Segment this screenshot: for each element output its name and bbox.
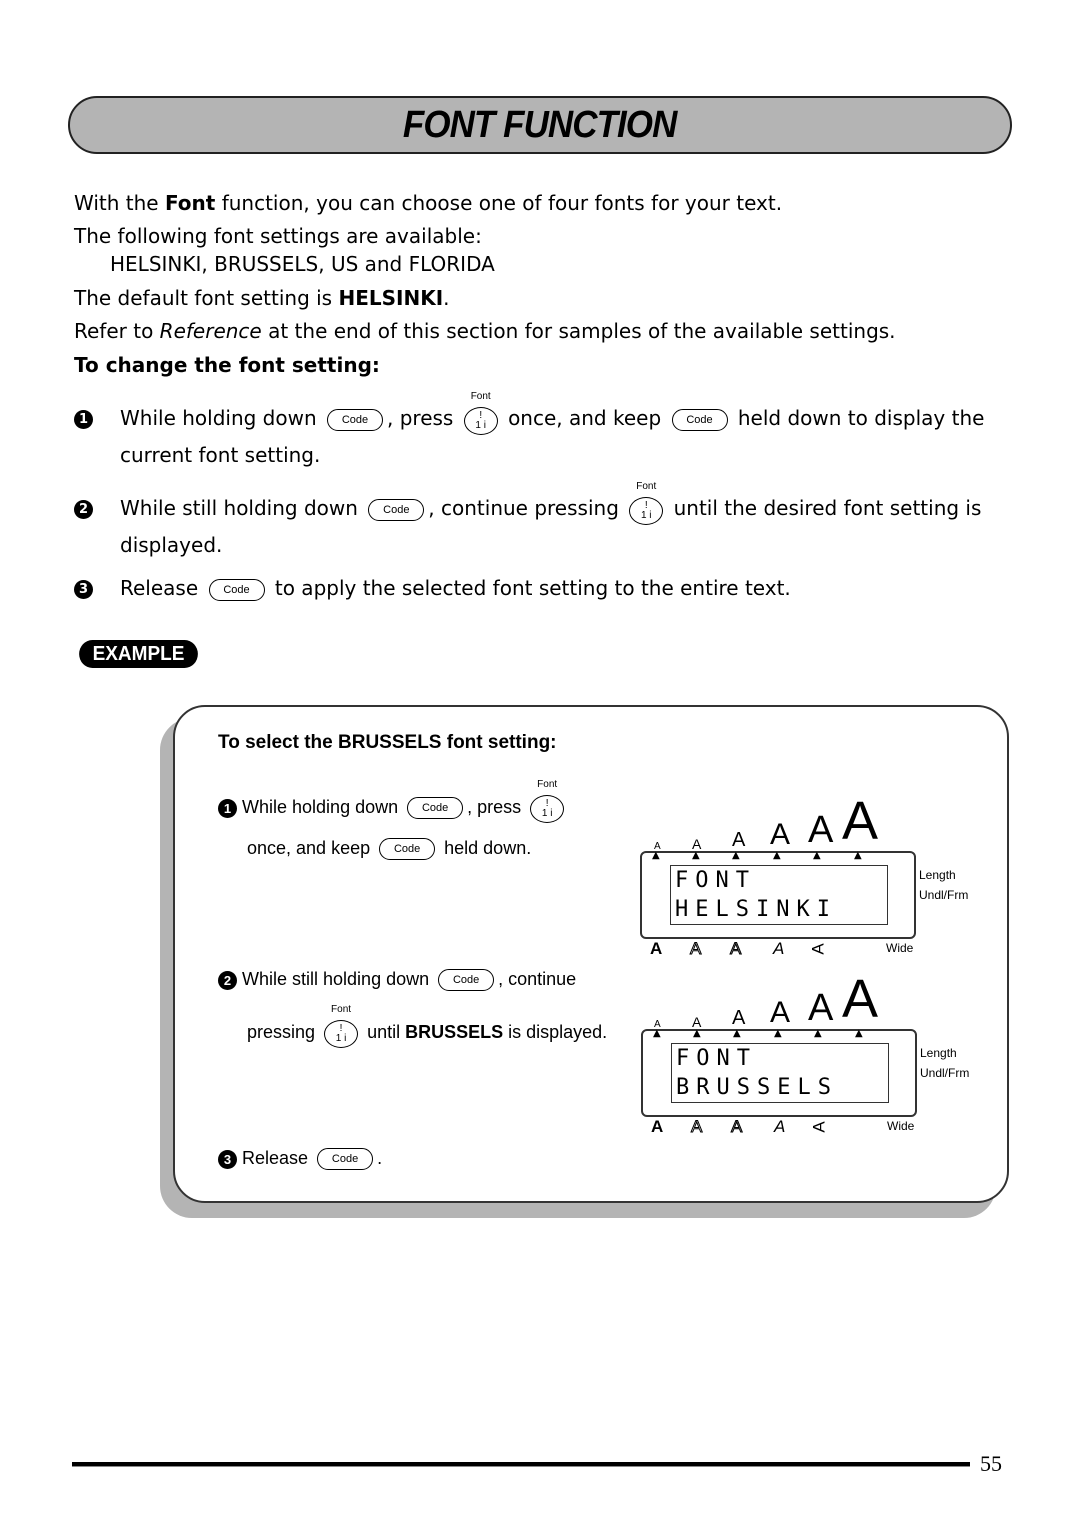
step-2-continued: displayed. [120, 533, 223, 557]
wide-label: Wide [886, 941, 914, 955]
arrow-up-icon: ▲ [653, 1028, 661, 1039]
code-key-icon: Code [671, 408, 728, 431]
outline-style-icon: A [690, 1117, 703, 1137]
example-box [173, 705, 1009, 1203]
code-key-icon: Code [208, 578, 265, 601]
arrow-up-icon: ▲ [814, 1028, 822, 1039]
font-key-icon: Font! 1 i [322, 1004, 360, 1048]
arrow-up-icon: ▲ [774, 1028, 782, 1039]
arrow-up-icon: ▲ [732, 850, 740, 861]
code-key-icon: Code [379, 838, 436, 861]
bold-style-icon: A [651, 1117, 664, 1136]
page-number: 55 [980, 1451, 1002, 1476]
lcd-screen: FONT BRUSSELS [671, 1043, 889, 1103]
step-1-continued: current font setting. [120, 443, 321, 467]
style-indicator-row-2: A A A A A [651, 1117, 851, 1139]
example-title: To select the BRUSSELS font setting: [218, 732, 557, 753]
example-step-3: 3 Release Code. [218, 1148, 382, 1171]
arrow-up-icon: ▲ [773, 850, 781, 861]
subheading: To change the font setting: [74, 353, 380, 377]
size-glyph: A [732, 1007, 746, 1029]
size-indicator-row-1: A A A A A A [650, 791, 900, 852]
size-arrows: ▲ ▲ ▲ ▲ ▲ ▲ [642, 850, 902, 861]
step-number-icon: 3 [218, 1149, 237, 1169]
arrow-up-icon: ▲ [733, 1028, 741, 1039]
step-number-icon: 3 [74, 580, 93, 599]
arrow-up-icon: ▲ [813, 850, 821, 861]
length-label: Length [920, 1046, 957, 1060]
bold-style-icon: A [650, 939, 663, 958]
lcd-line-2: HELSINKI [675, 897, 837, 922]
wide-label: Wide [887, 1119, 915, 1133]
example-step-2: 2 While still holding down Code, continu… [218, 969, 576, 992]
lcd-display-brussels: ▲ ▲ ▲ ▲ ▲ ▲ FONT BRUSSELS [641, 1028, 917, 1117]
intro-default: The default font setting is HELSINKI. [74, 286, 450, 310]
arrow-up-icon: ▲ [854, 850, 862, 861]
example-step-1: 1 While holding down Code, press Font! 1 … [218, 779, 568, 823]
shadow-style-icon: A [730, 1117, 743, 1137]
size-glyph: A [842, 791, 879, 851]
length-label: Length [919, 868, 956, 882]
style-indicator-row-1: A A A A A [650, 939, 850, 961]
size-glyph: A [842, 969, 879, 1029]
step-number-icon: 1 [218, 798, 237, 818]
lcd-line-1: FONT [676, 1046, 757, 1071]
vertical-style-icon: A [808, 943, 828, 955]
font-key-icon: Font! 1 i [462, 391, 500, 435]
lcd-line-2: BRUSSELS [676, 1075, 838, 1100]
lcd-display-helsinki: ▲ ▲ ▲ ▲ ▲ ▲ FONT HELSINKI [640, 850, 916, 939]
undl-frm-label: Undl/Frm [919, 888, 969, 902]
step-number-icon: 2 [74, 500, 93, 519]
arrow-up-icon: ▲ [855, 1028, 863, 1039]
arrow-up-icon: ▲ [693, 1028, 701, 1039]
size-indicator-row-2: A A A A A A [650, 969, 900, 1030]
code-key-icon: Code [438, 969, 495, 992]
outline-style-icon: A [689, 939, 702, 959]
step-number-icon: 2 [218, 970, 237, 990]
code-key-icon: Code [317, 1148, 374, 1171]
intro-line-2: The following font settings are availabl… [74, 224, 482, 248]
shadow-style-icon: A [729, 939, 742, 959]
footer-rule [72, 1462, 970, 1467]
size-glyph: A [732, 829, 746, 851]
intro-line-1: With the Font function, you can choose o… [74, 191, 783, 215]
step-3: 3 Release Code to apply the selected fon… [74, 576, 791, 601]
font-key-icon: Font! 1 i [528, 779, 566, 823]
code-key-icon: Code [407, 797, 464, 819]
code-key-icon: Code [327, 408, 383, 431]
font-key-icon: Font! 1 i [627, 481, 665, 525]
size-glyph: A [808, 987, 834, 1029]
code-key-icon: Code [368, 498, 425, 521]
undl-frm-label: Undl/Frm [920, 1066, 970, 1080]
size-glyph: A [770, 818, 791, 851]
arrow-up-icon: ▲ [692, 850, 700, 861]
page-title: FONT FUNCTION [403, 103, 677, 146]
size-glyph: A [770, 996, 791, 1029]
example-step-2-continued: pressing Font! 1 i until BRUSSELS is disp… [247, 1004, 607, 1048]
lcd-line-1: FONT [675, 868, 756, 893]
example-step-1-continued: once, and keep Code held down. [247, 838, 531, 861]
italic-style-icon: A [773, 939, 785, 958]
arrow-up-icon: ▲ [652, 850, 660, 861]
font-list: HELSINKI, BRUSSELS, US and FLORIDA [110, 252, 495, 276]
step-number-icon: 1 [74, 410, 93, 429]
step-1: 1 While holding down Code, press Font! 1 … [74, 391, 984, 435]
italic-style-icon: A [774, 1117, 786, 1136]
example-badge: EXAMPLE [79, 640, 198, 668]
vertical-style-icon: A [809, 1121, 829, 1133]
size-arrows: ▲ ▲ ▲ ▲ ▲ ▲ [643, 1028, 903, 1039]
intro-reference: Refer to Reference at the end of this se… [74, 319, 896, 343]
step-2: 2 While still holding down Code, continu… [74, 481, 981, 525]
size-glyph: A [808, 809, 834, 851]
section-title-banner: FONT FUNCTION [68, 96, 1012, 154]
lcd-screen: FONT HELSINKI [670, 865, 888, 925]
